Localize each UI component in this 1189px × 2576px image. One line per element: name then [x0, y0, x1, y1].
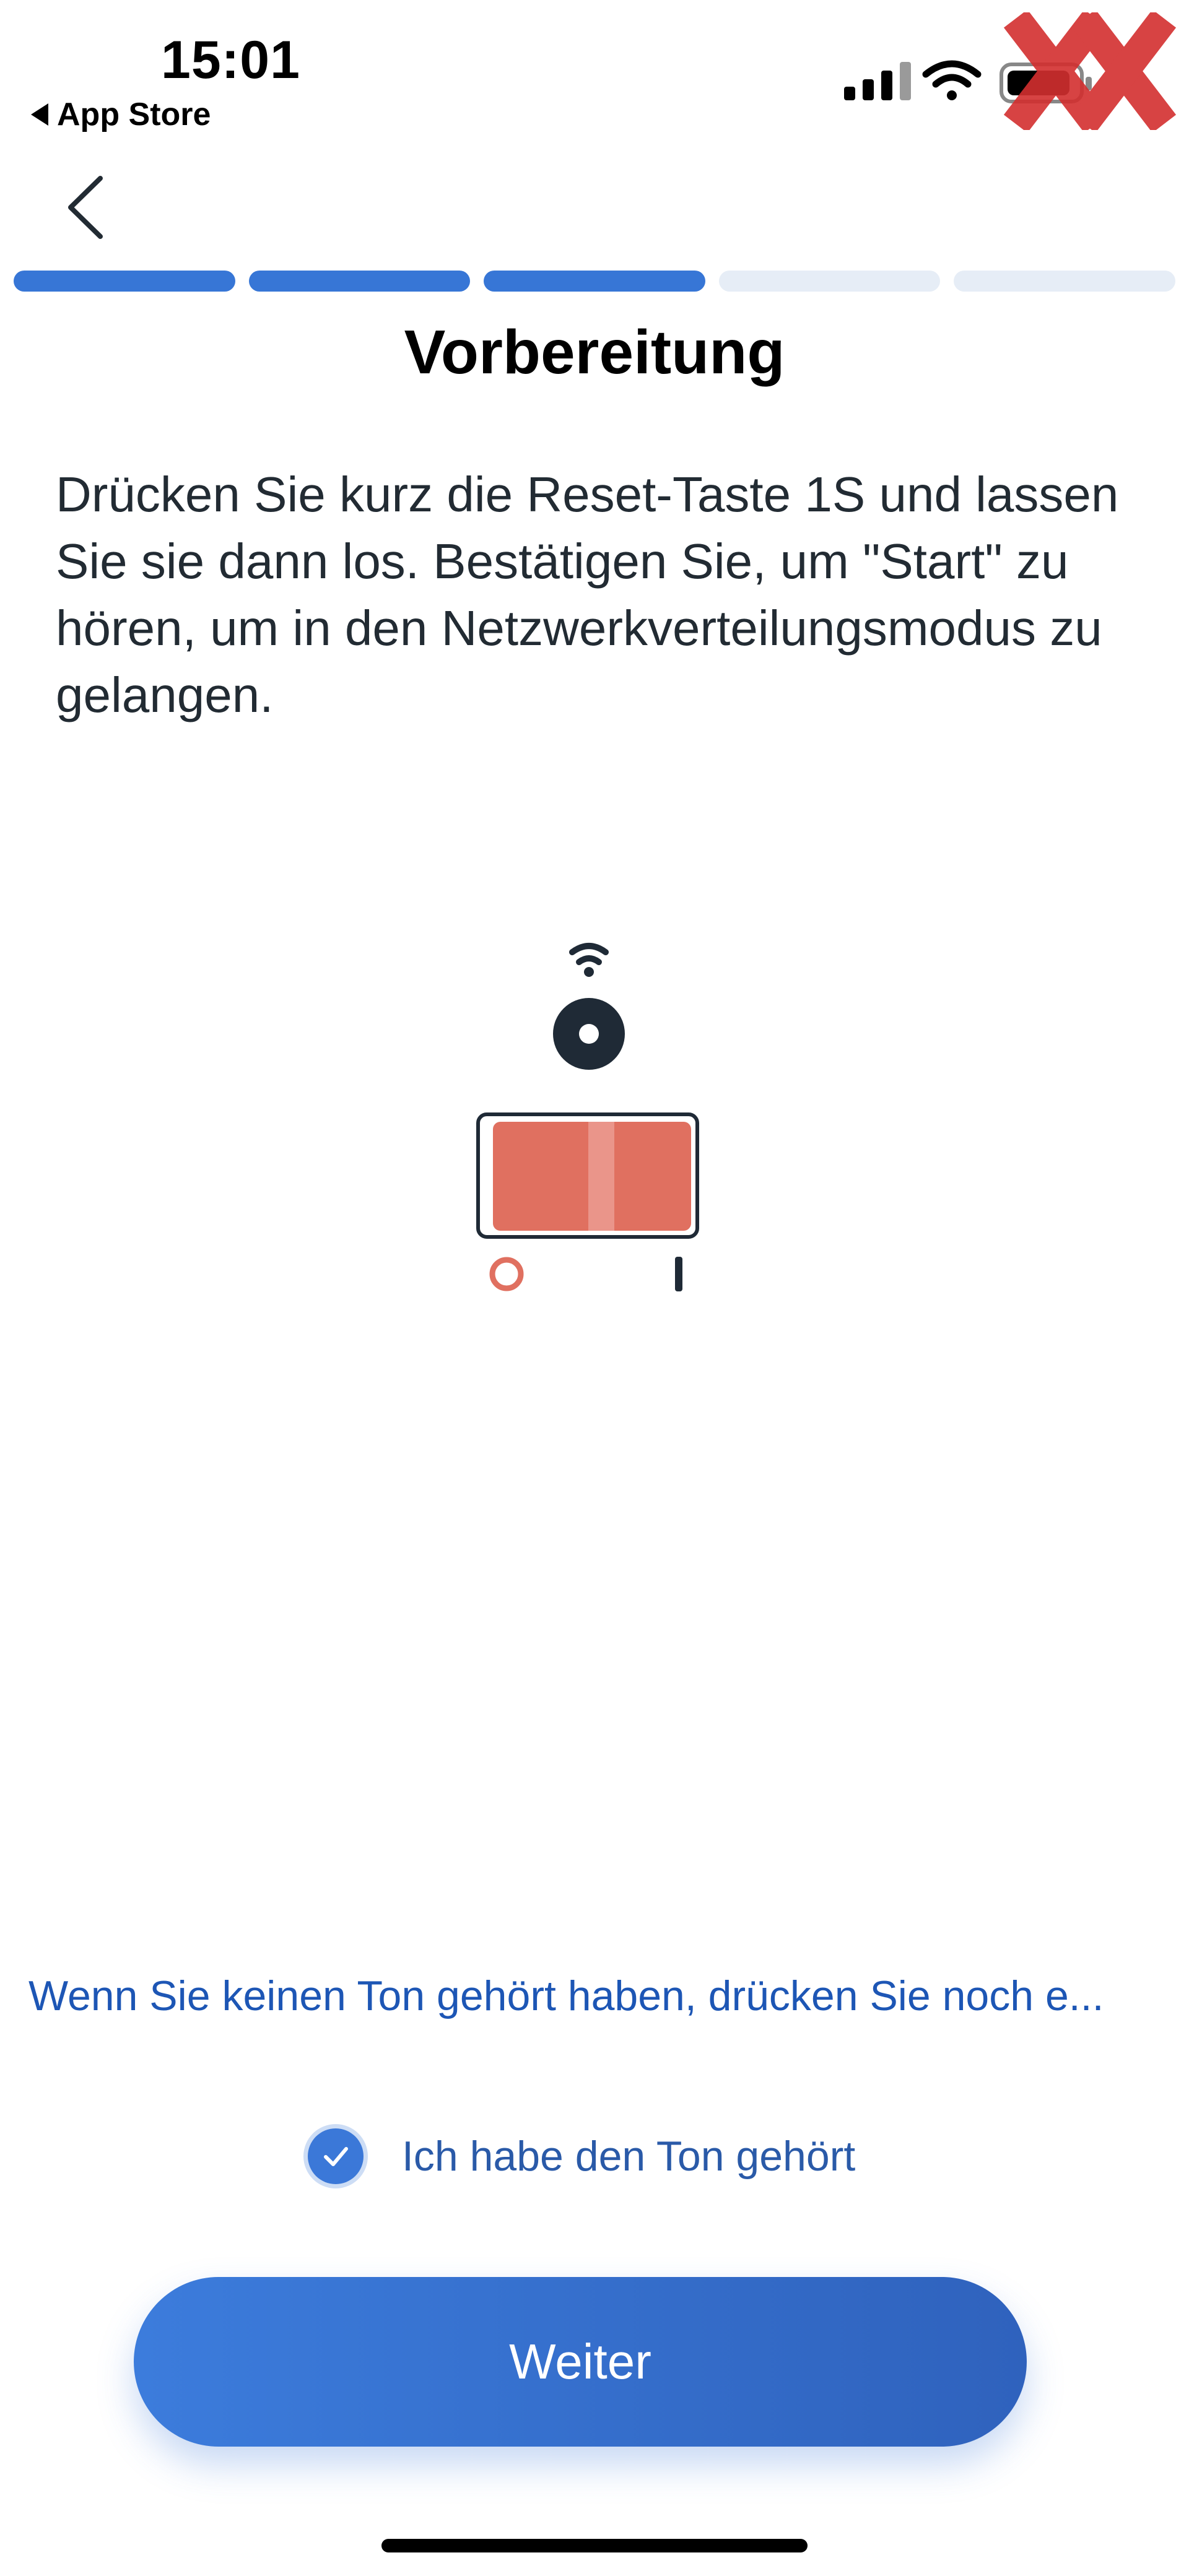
confirmation-label: Ich habe den Ton gehört: [402, 2133, 856, 2180]
watermark-logo: [1003, 9, 1177, 133]
checkmark-icon: [324, 2147, 348, 2166]
weiter-button[interactable]: Weiter: [134, 2277, 1027, 2447]
confirmation-checkbox-row[interactable]: Ich habe den Ton gehört: [308, 2128, 855, 2184]
wifi-signal-icon: [569, 943, 609, 977]
wifi-icon: [922, 60, 982, 100]
back-button[interactable]: [62, 173, 111, 245]
power-switch-icon: [476, 1112, 699, 1291]
hint-link[interactable]: Wenn Sie keinen Ton gehört haben, drücke…: [28, 1972, 1168, 2020]
progress-step-1: [14, 271, 235, 292]
step-progress: [14, 271, 1175, 292]
page-title: Vorbereitung: [404, 318, 785, 387]
cellular-signal-icon: [844, 62, 911, 100]
progress-step-5: [954, 271, 1175, 292]
reset-button-icon: [553, 998, 625, 1070]
confirmation-checkbox[interactable]: [308, 2128, 364, 2184]
home-indicator: [381, 2539, 808, 2552]
progress-step-3: [484, 271, 705, 292]
back-triangle-icon: [31, 103, 48, 126]
back-app-label: App Store: [57, 97, 211, 132]
progress-step-4: [718, 271, 941, 292]
chevron-left-icon: [68, 176, 103, 239]
device-illustration: [458, 935, 731, 1309]
progress-step-2: [248, 271, 471, 292]
status-time: 15:01: [161, 30, 300, 90]
back-to-app-store[interactable]: App Store: [31, 96, 211, 133]
instruction-text: Drücken Sie kurz die Reset-Taste 1S und …: [56, 467, 1119, 722]
setup-screen: 15:01 App Store Vorbereitung Drücken Sie…: [0, 0, 1189, 2576]
